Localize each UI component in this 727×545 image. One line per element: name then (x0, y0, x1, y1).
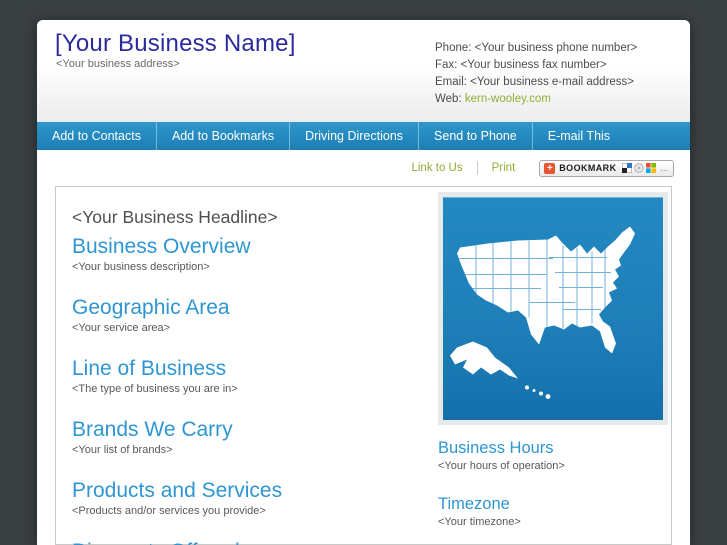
section-business-overview: Business Overview <Your business descrip… (72, 234, 432, 274)
map-frame (438, 192, 668, 425)
email-value: <Your business e-mail address> (470, 76, 634, 88)
print-link[interactable]: Print (492, 162, 516, 174)
nav-add-to-contacts[interactable]: Add to Contacts (37, 122, 156, 150)
email-line: Email: <Your business e-mail address> (435, 74, 637, 91)
section-heading: Timezone (438, 494, 668, 514)
fax-line: Fax: <Your business fax number> (435, 57, 637, 74)
share-icon (634, 163, 644, 173)
nav-driving-directions[interactable]: Driving Directions (289, 122, 418, 150)
section-heading: Line of Business (72, 356, 432, 381)
share-toolbar: Link to Us Print + BOOKMARK (37, 150, 690, 186)
section-line-of-business: Line of Business <The type of business y… (72, 356, 432, 396)
section-text: <The type of business you are in> (72, 382, 432, 396)
link-to-us-link[interactable]: Link to Us (411, 162, 462, 174)
business-name: [Your Business Name] (55, 30, 296, 58)
section-text: <Your business description> (72, 260, 432, 274)
section-text: <Your service area> (72, 321, 432, 335)
contact-info: Phone: <Your business phone number> Fax:… (435, 40, 637, 108)
toolbar-divider (477, 161, 478, 175)
business-address: <Your business address> (56, 58, 180, 70)
nav-email-this[interactable]: E-mail This (532, 122, 625, 150)
action-navbar: Add to Contacts Add to Bookmarks Driving… (37, 122, 690, 150)
phone-line: Phone: <Your business phone number> (435, 40, 637, 57)
section-timezone: Timezone <Your timezone> (438, 494, 668, 529)
section-heading: Business Hours (438, 438, 668, 458)
section-geographic-area: Geographic Area <Your service area> (72, 295, 432, 335)
phone-label: Phone: (435, 42, 471, 54)
section-brands-we-carry: Brands We Carry <Your list of brands> (72, 417, 432, 457)
phone-value: <Your business phone number> (475, 42, 638, 54)
section-heading: Geographic Area (72, 295, 432, 320)
bookmark-more: ... (660, 163, 668, 173)
section-heading: Discounts Offered (72, 539, 432, 545)
nav-add-to-bookmarks[interactable]: Add to Bookmarks (156, 122, 289, 150)
section-text: <Products and/or services you provide> (72, 504, 432, 518)
section-text: <Your timezone> (438, 515, 668, 529)
fax-value: <Your business fax number> (461, 59, 607, 71)
nav-send-to-phone[interactable]: Send to Phone (418, 122, 532, 150)
fax-label: Fax: (435, 59, 457, 71)
bookmark-service-icons (622, 163, 656, 173)
windows-icon (646, 163, 656, 173)
delicious-icon (622, 163, 632, 173)
sidebar: Business Hours <Your hours of operation>… (438, 192, 668, 545)
section-discounts-offered: Discounts Offered (72, 539, 432, 545)
section-products-and-services: Products and Services <Products and/or s… (72, 478, 432, 518)
section-heading: Brands We Carry (72, 417, 432, 442)
email-label: Email: (435, 76, 467, 88)
united-states-map (443, 197, 663, 420)
usa-map-graphic (443, 197, 663, 420)
web-line: Web: kern-wooley.com (435, 91, 637, 108)
page-card: [Your Business Name] <Your business addr… (37, 20, 690, 545)
business-header: [Your Business Name] <Your business addr… (37, 20, 690, 122)
section-heading: Business Overview (72, 234, 432, 259)
bookmark-label: BOOKMARK (559, 163, 616, 173)
plus-icon: + (544, 163, 555, 174)
bookmark-button[interactable]: + BOOKMARK ... (539, 160, 674, 177)
web-label: Web: (435, 93, 462, 105)
section-heading: Products and Services (72, 478, 432, 503)
main-content: <Your Business Headline> Business Overvi… (55, 186, 672, 545)
section-business-hours: Business Hours <Your hours of operation> (438, 438, 668, 473)
section-text: <Your list of brands> (72, 443, 432, 457)
section-text: <Your hours of operation> (438, 459, 668, 473)
website-link[interactable]: kern-wooley.com (465, 93, 551, 105)
